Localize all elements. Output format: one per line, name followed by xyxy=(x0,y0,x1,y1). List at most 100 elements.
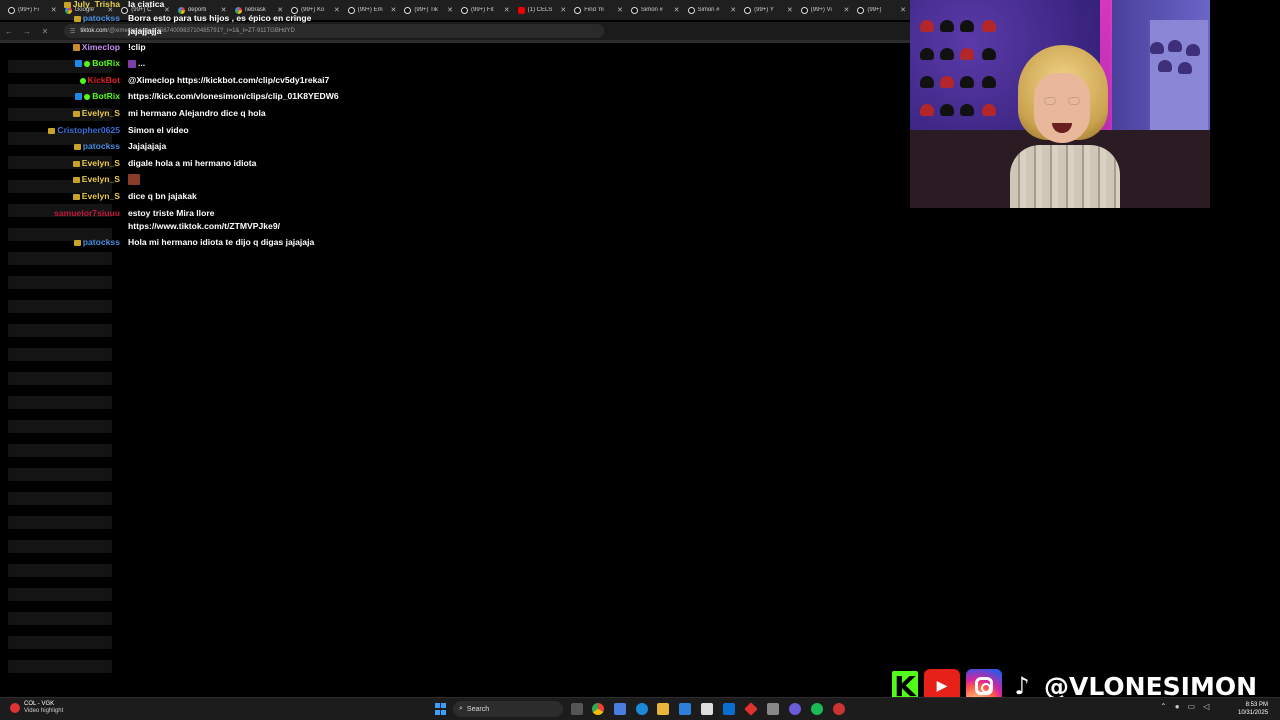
chat-message-text: digale hola a mi hermano idiota xyxy=(128,158,257,168)
streamer-eye-right xyxy=(1068,97,1080,105)
chat-message-text: !clip xyxy=(128,42,146,52)
chat-message-text xyxy=(128,174,140,186)
chat-username-text: BotRix xyxy=(92,91,120,101)
spotify-icon[interactable] xyxy=(811,703,823,715)
emote-icon xyxy=(128,174,140,186)
skeleton-placeholder xyxy=(8,372,112,385)
hat xyxy=(1158,60,1172,72)
crown-badge-icon xyxy=(72,193,80,200)
skeleton-placeholder xyxy=(8,564,112,577)
skeleton-placeholder xyxy=(8,636,112,649)
crown-badge-icon xyxy=(73,15,81,22)
chat-username[interactable]: BotRix xyxy=(75,91,120,102)
chat-message-text: jajajjajja xyxy=(128,26,162,36)
hat xyxy=(960,76,974,88)
taskbar-search[interactable]: ⌕ Search xyxy=(453,701,563,717)
skeleton-placeholder xyxy=(8,516,112,529)
streamer xyxy=(1010,45,1120,208)
chat-username[interactable]: Evelyn_S xyxy=(72,158,120,169)
chat-username[interactable]: Ximeclop xyxy=(72,42,120,53)
windows-logo-icon xyxy=(435,703,440,708)
obs-icon[interactable] xyxy=(833,703,845,715)
windows-logo-icon xyxy=(441,709,446,715)
chat-username[interactable]: Evelyn_S xyxy=(72,174,120,185)
chat-username-text: BotRix xyxy=(92,58,120,68)
chat-username[interactable]: patockss xyxy=(73,13,120,24)
skeleton-placeholder xyxy=(8,468,112,481)
chat-username-text: Evelyn_S xyxy=(81,191,120,201)
check-badge-icon xyxy=(84,93,91,100)
skeleton-placeholder xyxy=(8,324,112,337)
chat-username[interactable]: Evelyn_S xyxy=(72,108,120,119)
bot-badge-icon xyxy=(75,60,83,67)
chat-username[interactable]: Evelyn_S xyxy=(72,191,120,202)
chat-username[interactable]: patockss xyxy=(73,237,120,248)
chat-username[interactable]: Cristopher0625 xyxy=(48,125,120,136)
volume-icon[interactable]: ◁ xyxy=(1203,702,1209,711)
chat-message-text: https://kick.com/vlonesimon/clips/clip_0… xyxy=(128,91,339,101)
chat-message-text: Jajajajaja xyxy=(128,141,167,151)
chat-username[interactable]: KickBot xyxy=(79,75,120,86)
task-view-icon[interactable] xyxy=(571,703,583,715)
skeleton-placeholder xyxy=(8,612,112,625)
skeleton-placeholder xyxy=(8,660,112,673)
taskbar-clock[interactable]: 8:53 PM 10/31/2025 xyxy=(1238,701,1268,717)
skeleton-placeholder xyxy=(8,420,112,433)
chat-message-text: Borra esto para tus hijos , es épico en … xyxy=(128,13,312,23)
chat-username-text: patockss xyxy=(82,237,120,247)
start-button[interactable] xyxy=(435,703,447,715)
streamer-poncho xyxy=(1010,145,1120,208)
chevron-up-icon[interactable]: ⌃ xyxy=(1160,702,1167,711)
chat-username-text: patockss xyxy=(82,141,120,151)
widgets-subtitle: Video highlight xyxy=(24,708,64,714)
hat xyxy=(982,104,996,116)
chat-username[interactable]: BotRix xyxy=(75,58,120,69)
copilot-icon[interactable] xyxy=(614,703,626,715)
hat xyxy=(940,48,954,60)
skeleton-placeholder xyxy=(8,588,112,601)
discord-icon[interactable] xyxy=(789,703,801,715)
app-diamond-icon[interactable] xyxy=(744,702,758,716)
hat xyxy=(940,20,954,32)
widgets-button[interactable]: COL - VGK Video highlight xyxy=(10,701,63,715)
chat-message-text: estoy triste Mira llore xyxy=(128,208,215,218)
chrome-icon[interactable] xyxy=(592,703,604,715)
chat-username[interactable]: July_Trisha xyxy=(63,0,120,10)
mic-icon[interactable]: ● xyxy=(1175,702,1180,711)
windows-taskbar: COL - VGK Video highlight ⌕ Search ⌃ ● ▭… xyxy=(0,697,1280,720)
tiktok-glyph: ♪ xyxy=(1014,672,1030,700)
crown-badge-icon xyxy=(72,110,80,117)
windows-logo-icon xyxy=(441,703,446,708)
chat-message-link[interactable]: https://www.tiktok.com/t/ZTMVPJke9/ xyxy=(128,221,280,232)
chat-message-text: Simon el video xyxy=(128,125,189,135)
chat-username-text: Cristopher0625 xyxy=(57,125,120,135)
hat xyxy=(982,48,996,60)
crown-badge-icon xyxy=(72,176,80,183)
chat-message-text: la ciatica xyxy=(128,0,165,9)
chat-username[interactable]: patockss xyxy=(73,141,120,152)
chat-message-text: @Ximeclop https://kickbot.com/clip/cv5dy… xyxy=(128,75,330,85)
network-icon[interactable]: ▭ xyxy=(1188,702,1196,711)
instagram-glyph xyxy=(975,677,993,695)
hat xyxy=(1150,42,1164,54)
chat-username-text: Evelyn_S xyxy=(81,174,120,184)
hat xyxy=(982,76,996,88)
hat xyxy=(960,20,974,32)
bot-badge-icon xyxy=(75,93,83,100)
hat xyxy=(982,20,996,32)
edge-icon[interactable] xyxy=(636,703,648,715)
chat-message-text: dice q bn jajakak xyxy=(128,191,197,201)
notepad-icon[interactable] xyxy=(701,703,713,715)
app-settings-icon[interactable] xyxy=(767,703,779,715)
chat-username-text: samuelor7siuuu xyxy=(54,208,120,218)
crown-badge-icon xyxy=(73,239,81,246)
file-explorer-icon[interactable] xyxy=(657,703,669,715)
mail-icon[interactable] xyxy=(679,703,691,715)
dropbox-icon[interactable] xyxy=(723,703,735,715)
emote-icon xyxy=(128,59,136,68)
chat-message-text: Hola mi hermano idiota te dijo q digas j… xyxy=(128,237,315,247)
hat xyxy=(940,76,954,88)
windows-logo-icon xyxy=(435,709,440,715)
chat-username[interactable]: samuelor7siuuu xyxy=(54,208,120,219)
chat-username-text: KickBot xyxy=(87,75,120,85)
